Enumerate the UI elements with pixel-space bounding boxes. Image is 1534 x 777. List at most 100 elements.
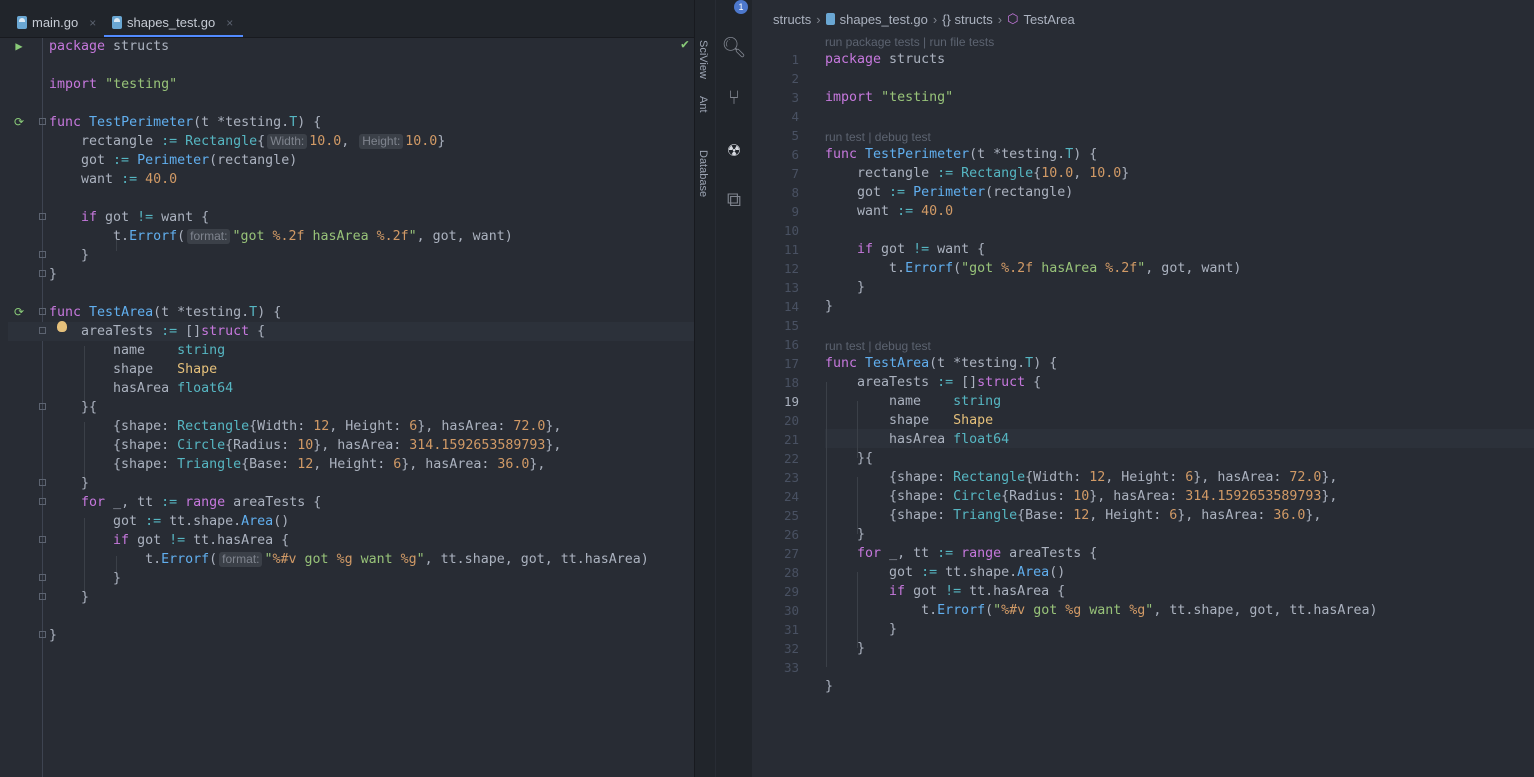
fold-marker[interactable] (39, 536, 46, 543)
fold-marker[interactable] (39, 270, 46, 277)
code-line[interactable]: {shape: Triangle{Base: 12, Height: 6}, h… (825, 506, 1321, 525)
code-line[interactable]: got := Perimeter(rectangle) (825, 183, 1073, 202)
code-line[interactable]: t.Errorf(format: "got %.2f hasArea %.2f",… (49, 227, 513, 246)
code-line[interactable]: rectangle := Rectangle{10.0, 10.0} (825, 164, 1129, 183)
code-line[interactable]: func TestPerimeter(t *testing.T) { (825, 145, 1097, 164)
code-line[interactable]: want := 40.0 (825, 202, 953, 221)
code-line[interactable]: } (825, 639, 865, 658)
close-icon[interactable]: × (89, 16, 96, 30)
code-line[interactable]: for _, tt := range areaTests { (825, 544, 1097, 563)
tab-label: main.go (32, 15, 79, 30)
code-line[interactable]: areaTests := []struct { (49, 322, 265, 341)
go-file-icon (825, 13, 835, 25)
editor-tab-bar: main.go × shapes_test.go × (0, 0, 694, 38)
code-line[interactable]: import "testing" (49, 75, 177, 94)
code-line[interactable]: shape Shape (49, 360, 217, 379)
code-line[interactable]: hasArea float64 (825, 430, 1009, 449)
tab-main-go[interactable]: main.go × (17, 10, 96, 35)
codelens[interactable]: run test | debug test (825, 339, 931, 353)
code-line[interactable]: func TestArea(t *testing.T) { (825, 354, 1057, 373)
line-number: 27 (783, 546, 799, 561)
code-line[interactable]: if got != tt.hasArea { (825, 582, 1065, 601)
code-line[interactable]: } (49, 569, 121, 588)
extensions-icon[interactable]: ⧉ (721, 186, 747, 212)
inlay-hint: Height: (359, 134, 404, 149)
code-line[interactable]: if got != tt.hasArea { (49, 531, 289, 550)
breadcrumb-item[interactable]: shapes_test.go (840, 12, 928, 27)
tab-shapes-test-go[interactable]: shapes_test.go × (104, 10, 244, 37)
code-line[interactable]: } (49, 246, 89, 265)
close-icon[interactable]: × (226, 16, 233, 30)
tool-window-database[interactable]: Database (697, 150, 709, 197)
code-line[interactable]: for _, tt := range areaTests { (49, 493, 321, 512)
inspection-ok-icon[interactable]: ✔ (681, 37, 689, 52)
fold-marker[interactable] (39, 213, 46, 220)
code-line[interactable]: } (825, 278, 865, 297)
breadcrumb-item[interactable]: {} structs (942, 12, 993, 27)
code-line[interactable]: got := tt.shape.Area() (825, 563, 1065, 582)
code-line[interactable]: } (49, 588, 89, 607)
run-test-icon[interactable]: ⟳ (12, 305, 26, 319)
fold-marker[interactable] (39, 327, 46, 334)
line-number: 10 (783, 223, 799, 238)
code-line[interactable]: } (825, 620, 897, 639)
code-line[interactable]: t.Errorf("got %.2f hasArea %.2f", got, w… (825, 259, 1241, 278)
inlay-hint: format: (219, 552, 263, 567)
tool-window-ant[interactable]: Ant (697, 96, 709, 113)
code-line[interactable]: } (825, 297, 833, 316)
line-number: 2 (791, 71, 799, 86)
codelens[interactable]: run package tests | run file tests (825, 35, 994, 49)
code-line[interactable]: hasArea float64 (49, 379, 233, 398)
codelens[interactable]: run test | debug test (825, 130, 931, 144)
code-line[interactable]: } (825, 525, 865, 544)
code-line[interactable]: got := Perimeter(rectangle) (49, 151, 297, 170)
code-line[interactable]: got := tt.shape.Area() (49, 512, 289, 531)
fold-marker[interactable] (39, 118, 46, 125)
run-file-icon[interactable]: ▶ (12, 39, 26, 53)
code-line[interactable]: name string (49, 341, 225, 360)
code-line[interactable]: want := 40.0 (49, 170, 177, 189)
code-line[interactable]: if got != want { (825, 240, 985, 259)
code-line[interactable]: } (49, 626, 57, 645)
chevron-right-icon: › (816, 11, 821, 27)
code-line[interactable]: }{ (49, 398, 97, 417)
code-line[interactable]: } (49, 474, 89, 493)
fold-marker[interactable] (39, 251, 46, 258)
fold-marker[interactable] (39, 403, 46, 410)
code-line[interactable]: name string (825, 392, 1001, 411)
code-line[interactable]: package structs (49, 37, 169, 56)
code-line[interactable]: }{ (825, 449, 873, 468)
fold-marker[interactable] (39, 593, 46, 600)
code-line[interactable]: import "testing" (825, 88, 953, 107)
fold-marker[interactable] (39, 631, 46, 638)
code-line[interactable]: {shape: Circle{Radius: 10}, hasArea: 314… (49, 436, 561, 455)
fold-marker[interactable] (39, 574, 46, 581)
code-line[interactable]: {shape: Rectangle{Width: 12, Height: 6},… (825, 468, 1337, 487)
code-line[interactable]: if got != want { (49, 208, 209, 227)
tool-window-sciview[interactable]: SciView (697, 40, 709, 79)
code-line[interactable]: shape Shape (825, 411, 993, 430)
code-line[interactable]: areaTests := []struct { (825, 373, 1041, 392)
line-number: 22 (783, 451, 799, 466)
breadcrumb-item[interactable]: TestArea (1023, 12, 1074, 27)
code-line[interactable]: } (49, 265, 57, 284)
code-line[interactable]: func TestPerimeter(t *testing.T) { (49, 113, 321, 132)
code-line[interactable]: {shape: Triangle{Base: 12, Height: 6}, h… (49, 455, 545, 474)
fold-marker[interactable] (39, 498, 46, 505)
code-line[interactable]: t.Errorf(format: "%#v got %g want %g", tt… (49, 550, 649, 569)
fold-marker[interactable] (39, 479, 46, 486)
source-control-icon[interactable]: ⑂ (721, 84, 747, 110)
run-test-icon[interactable]: ⟳ (12, 115, 26, 129)
code-line[interactable]: {shape: Rectangle{Width: 12, Height: 6},… (49, 417, 561, 436)
line-number: 13 (783, 280, 799, 295)
code-line[interactable]: {shape: Circle{Radius: 10}, hasArea: 314… (825, 487, 1337, 506)
fold-marker[interactable] (39, 308, 46, 315)
search-icon[interactable]: 🔍︎ (721, 34, 747, 60)
code-line[interactable]: rectangle := Rectangle{Width: 10.0, Heigh… (49, 132, 445, 151)
code-line[interactable]: package structs (825, 50, 945, 69)
code-line[interactable]: } (825, 677, 833, 696)
code-line[interactable]: func TestArea(t *testing.T) { (49, 303, 281, 322)
breadcrumb-item[interactable]: structs (773, 12, 811, 27)
code-line[interactable]: t.Errorf("%#v got %g want %g", tt.shape,… (825, 601, 1377, 620)
debug-icon[interactable]: ☢ (721, 136, 747, 162)
